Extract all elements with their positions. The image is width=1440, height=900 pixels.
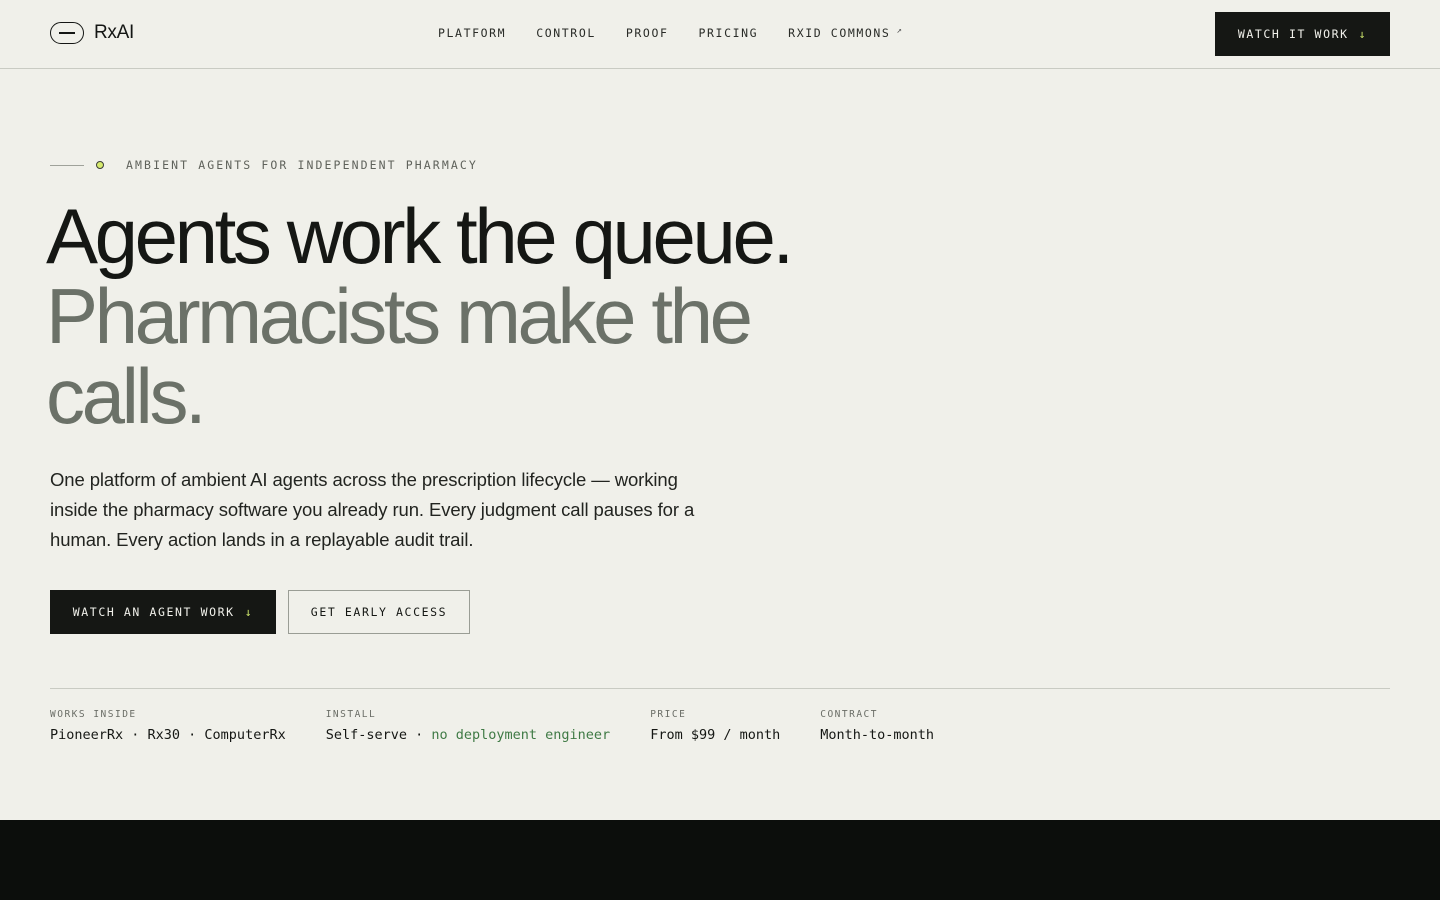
hero-headline: Agents work the queue. Pharmacists make …: [46, 196, 946, 436]
fact-label: WORKS INSIDE: [50, 709, 137, 720]
button-label: GET EARLY ACCESS: [310, 605, 448, 619]
facts-row: WORKS INSIDE PioneerRx · Rx30 · Computer…: [50, 709, 974, 743]
nav-item-platform[interactable]: PLATFORM: [438, 26, 506, 40]
nav-item-pricing[interactable]: PRICING: [699, 26, 759, 40]
nav-item-label: RXID COMMONS: [788, 26, 891, 40]
nav-item-control[interactable]: CONTROL: [536, 26, 596, 40]
fact-value: PioneerRx · Rx30 · ComputerRx: [50, 727, 286, 743]
fact-price: PRICE From $99 / month: [650, 709, 780, 743]
fact-value: From $99 / month: [650, 727, 781, 743]
headline-line-2: Pharmacists make the calls.: [46, 272, 753, 440]
divider: [50, 688, 1390, 689]
watch-it-work-button[interactable]: WATCH IT WORK ↓: [1215, 12, 1390, 56]
button-label: WATCH AN AGENT WORK: [72, 605, 235, 619]
nav-item-proof[interactable]: PROOF: [626, 26, 669, 40]
button-label: WATCH IT WORK: [1237, 27, 1349, 41]
nav-item-label: PLATFORM: [438, 26, 507, 40]
fact-label: PRICE: [650, 709, 687, 720]
hero-lede: One platform of ambient AI agents across…: [50, 469, 695, 550]
arrow-down-icon: ↓: [244, 605, 254, 619]
logo[interactable]: RxAI: [50, 22, 134, 44]
early-access-button[interactable]: GET EARLY ACCESS: [288, 590, 470, 634]
nav-item-label: PRICING: [698, 26, 759, 40]
fact-value-text: Self-serve ·: [325, 727, 432, 743]
fact-value: Self-serve · no deployment engineer: [326, 727, 610, 743]
fact-contract: CONTRACT Month-to-month: [820, 709, 934, 743]
logo-mark-icon: [50, 22, 84, 44]
headline-line-1: Agents work the queue.: [46, 192, 794, 280]
fact-works-inside: WORKS INSIDE PioneerRx · Rx30 · Computer…: [50, 709, 286, 743]
watch-agent-button[interactable]: WATCH AN AGENT WORK ↓: [50, 590, 276, 634]
site-header: RxAI PLATFORM CONTROL PROOF PRICING RXID…: [0, 0, 1440, 69]
external-link-icon: ↗: [896, 26, 904, 36]
eyebrow-text: AMBIENT AGENTS FOR INDEPENDENT PHARMACY: [126, 158, 478, 172]
fact-value-accent: no deployment engineer: [431, 727, 611, 743]
eyebrow: AMBIENT AGENTS FOR INDEPENDENT PHARMACY: [50, 158, 478, 172]
next-section-dark: [0, 820, 1440, 900]
main-nav: PLATFORM CONTROL PROOF PRICING RXID COMM…: [438, 26, 934, 40]
eyebrow-rule: [50, 164, 84, 166]
fact-value: Month-to-month: [820, 727, 935, 743]
nav-item-rxid-commons[interactable]: RXID COMMONS ↗: [788, 26, 903, 40]
nav-item-label: CONTROL: [536, 26, 596, 40]
status-dot-icon: [96, 161, 104, 169]
logo-text: RxAI: [94, 22, 134, 43]
fact-label: CONTRACT: [820, 709, 878, 720]
fact-install: INSTALL Self-serve · no deployment engin…: [326, 709, 610, 743]
fact-label: INSTALL: [325, 709, 377, 720]
arrow-down-icon: ↓: [1358, 27, 1368, 41]
nav-item-label: PROOF: [625, 26, 669, 40]
